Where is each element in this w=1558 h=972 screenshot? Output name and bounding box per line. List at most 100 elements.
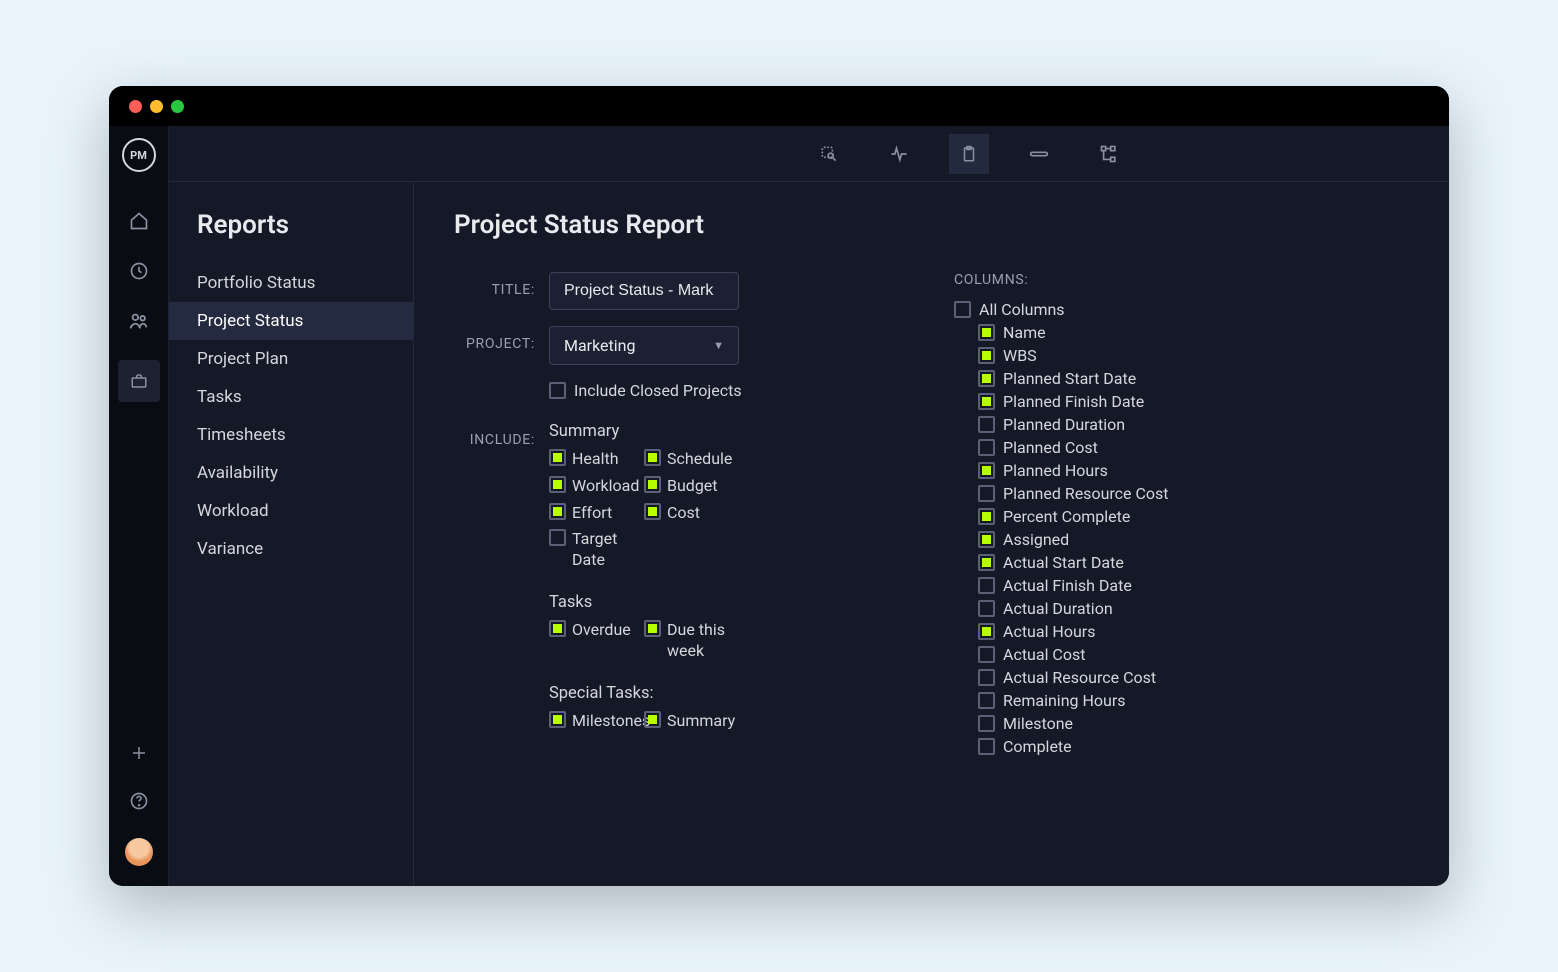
- include-option[interactable]: Target Date: [549, 529, 644, 571]
- sidebar-item[interactable]: Project Status: [169, 302, 413, 340]
- special-heading: Special Tasks:: [549, 684, 739, 703]
- include-option[interactable]: Budget: [644, 476, 739, 497]
- checkbox-icon: [978, 439, 995, 456]
- project-select[interactable]: Marketing ▼: [549, 326, 739, 365]
- column-option[interactable]: Percent Complete: [978, 507, 1169, 526]
- sidebar-item[interactable]: Project Plan: [169, 340, 413, 378]
- help-icon[interactable]: [128, 790, 150, 812]
- column-option[interactable]: Planned Duration: [978, 415, 1169, 434]
- briefcase-icon[interactable]: [118, 360, 160, 402]
- column-option[interactable]: Actual Finish Date: [978, 576, 1169, 595]
- column-option[interactable]: Actual Duration: [978, 599, 1169, 618]
- include-option[interactable]: Milestones: [549, 711, 644, 732]
- column-option[interactable]: Assigned: [978, 530, 1169, 549]
- include-option[interactable]: Effort: [549, 503, 644, 524]
- column-option-label: Planned Cost: [1003, 438, 1098, 457]
- include-option-label: Summary: [667, 711, 735, 732]
- column-option[interactable]: Planned Hours: [978, 461, 1169, 480]
- left-rail: PM: [109, 126, 169, 886]
- people-icon[interactable]: [128, 310, 150, 332]
- sidebar-title: Reports: [169, 210, 413, 264]
- include-option[interactable]: Health: [549, 449, 644, 470]
- column-option[interactable]: Planned Resource Cost: [978, 484, 1169, 503]
- include-option[interactable]: Summary: [644, 711, 739, 732]
- column-option[interactable]: WBS: [978, 346, 1169, 365]
- include-option[interactable]: Cost: [644, 503, 739, 524]
- app-window: PM: [109, 86, 1449, 886]
- column-option[interactable]: Actual Start Date: [978, 553, 1169, 572]
- column-option-label: Percent Complete: [1003, 507, 1130, 526]
- sidebar-item[interactable]: Tasks: [169, 378, 413, 416]
- column-option[interactable]: Actual Hours: [978, 622, 1169, 641]
- checkbox-icon: [549, 449, 566, 466]
- include-option[interactable]: Due this week: [644, 620, 739, 662]
- column-option[interactable]: Actual Cost: [978, 645, 1169, 664]
- include-option[interactable]: Schedule: [644, 449, 739, 470]
- sidebar-item[interactable]: Availability: [169, 454, 413, 492]
- checkbox-icon: [978, 692, 995, 709]
- include-option[interactable]: Overdue: [549, 620, 644, 662]
- avatar[interactable]: [125, 838, 153, 866]
- column-option-label: Actual Finish Date: [1003, 576, 1132, 595]
- checkbox-icon: [978, 715, 995, 732]
- checkbox-icon: [978, 600, 995, 617]
- column-option[interactable]: Planned Finish Date: [978, 392, 1169, 411]
- column-option-label: Actual Hours: [1003, 622, 1095, 641]
- checkbox-icon: [549, 503, 566, 520]
- include-closed-checkbox[interactable]: Include Closed Projects: [549, 381, 742, 400]
- checkbox-icon: [978, 531, 995, 548]
- close-window-icon[interactable]: [129, 100, 142, 113]
- column-option-label: Remaining Hours: [1003, 691, 1126, 710]
- column-option[interactable]: Remaining Hours: [978, 691, 1169, 710]
- column-option[interactable]: Milestone: [978, 714, 1169, 733]
- include-option-label: Cost: [667, 503, 700, 524]
- hierarchy-icon[interactable]: [1089, 134, 1129, 174]
- include-option-label: Target Date: [572, 529, 644, 571]
- checkbox-icon: [978, 370, 995, 387]
- plus-icon[interactable]: [128, 742, 150, 764]
- checkbox-icon: [978, 485, 995, 502]
- app-logo[interactable]: PM: [122, 138, 156, 172]
- title-input[interactable]: [549, 272, 739, 310]
- column-option-label: Planned Hours: [1003, 461, 1108, 480]
- sidebar-item[interactable]: Timesheets: [169, 416, 413, 454]
- include-option-label: Schedule: [667, 449, 732, 470]
- checkbox-icon: [978, 554, 995, 571]
- sidebar-item[interactable]: Workload: [169, 492, 413, 530]
- column-option[interactable]: Actual Resource Cost: [978, 668, 1169, 687]
- clock-icon[interactable]: [128, 260, 150, 282]
- checkbox-icon: [978, 508, 995, 525]
- column-option-label: Milestone: [1003, 714, 1073, 733]
- column-option-label: WBS: [1003, 346, 1037, 365]
- column-option[interactable]: Complete: [978, 737, 1169, 756]
- column-option[interactable]: Name: [978, 323, 1169, 342]
- chevron-down-icon: ▼: [713, 339, 724, 352]
- include-option-label: Effort: [572, 503, 612, 524]
- activity-icon[interactable]: [879, 134, 919, 174]
- sidebar-item[interactable]: Portfolio Status: [169, 264, 413, 302]
- checkbox-icon: [978, 324, 995, 341]
- include-closed-label: Include Closed Projects: [574, 381, 742, 400]
- column-option[interactable]: Planned Cost: [978, 438, 1169, 457]
- checkbox-icon: [644, 503, 661, 520]
- all-columns-checkbox[interactable]: All Columns: [954, 300, 1169, 319]
- reports-sidebar: Reports Portfolio StatusProject StatusPr…: [169, 182, 414, 886]
- column-option[interactable]: Planned Start Date: [978, 369, 1169, 388]
- checkbox-icon: [978, 623, 995, 640]
- checkbox-icon: [978, 416, 995, 433]
- search-icon[interactable]: [809, 134, 849, 174]
- include-label: INCLUDE:: [454, 422, 549, 448]
- include-option-label: Milestones: [572, 711, 650, 732]
- checkbox-icon: [644, 476, 661, 493]
- column-option-label: Planned Start Date: [1003, 369, 1136, 388]
- include-option[interactable]: Workload: [549, 476, 644, 497]
- clipboard-icon[interactable]: [949, 134, 989, 174]
- sidebar-item[interactable]: Variance: [169, 530, 413, 568]
- home-icon[interactable]: [128, 210, 150, 232]
- minimize-window-icon[interactable]: [150, 100, 163, 113]
- include-option-label: Budget: [667, 476, 718, 497]
- column-option-label: Actual Start Date: [1003, 553, 1124, 572]
- include-option-label: Workload: [572, 476, 639, 497]
- maximize-window-icon[interactable]: [171, 100, 184, 113]
- link-icon[interactable]: [1019, 134, 1059, 174]
